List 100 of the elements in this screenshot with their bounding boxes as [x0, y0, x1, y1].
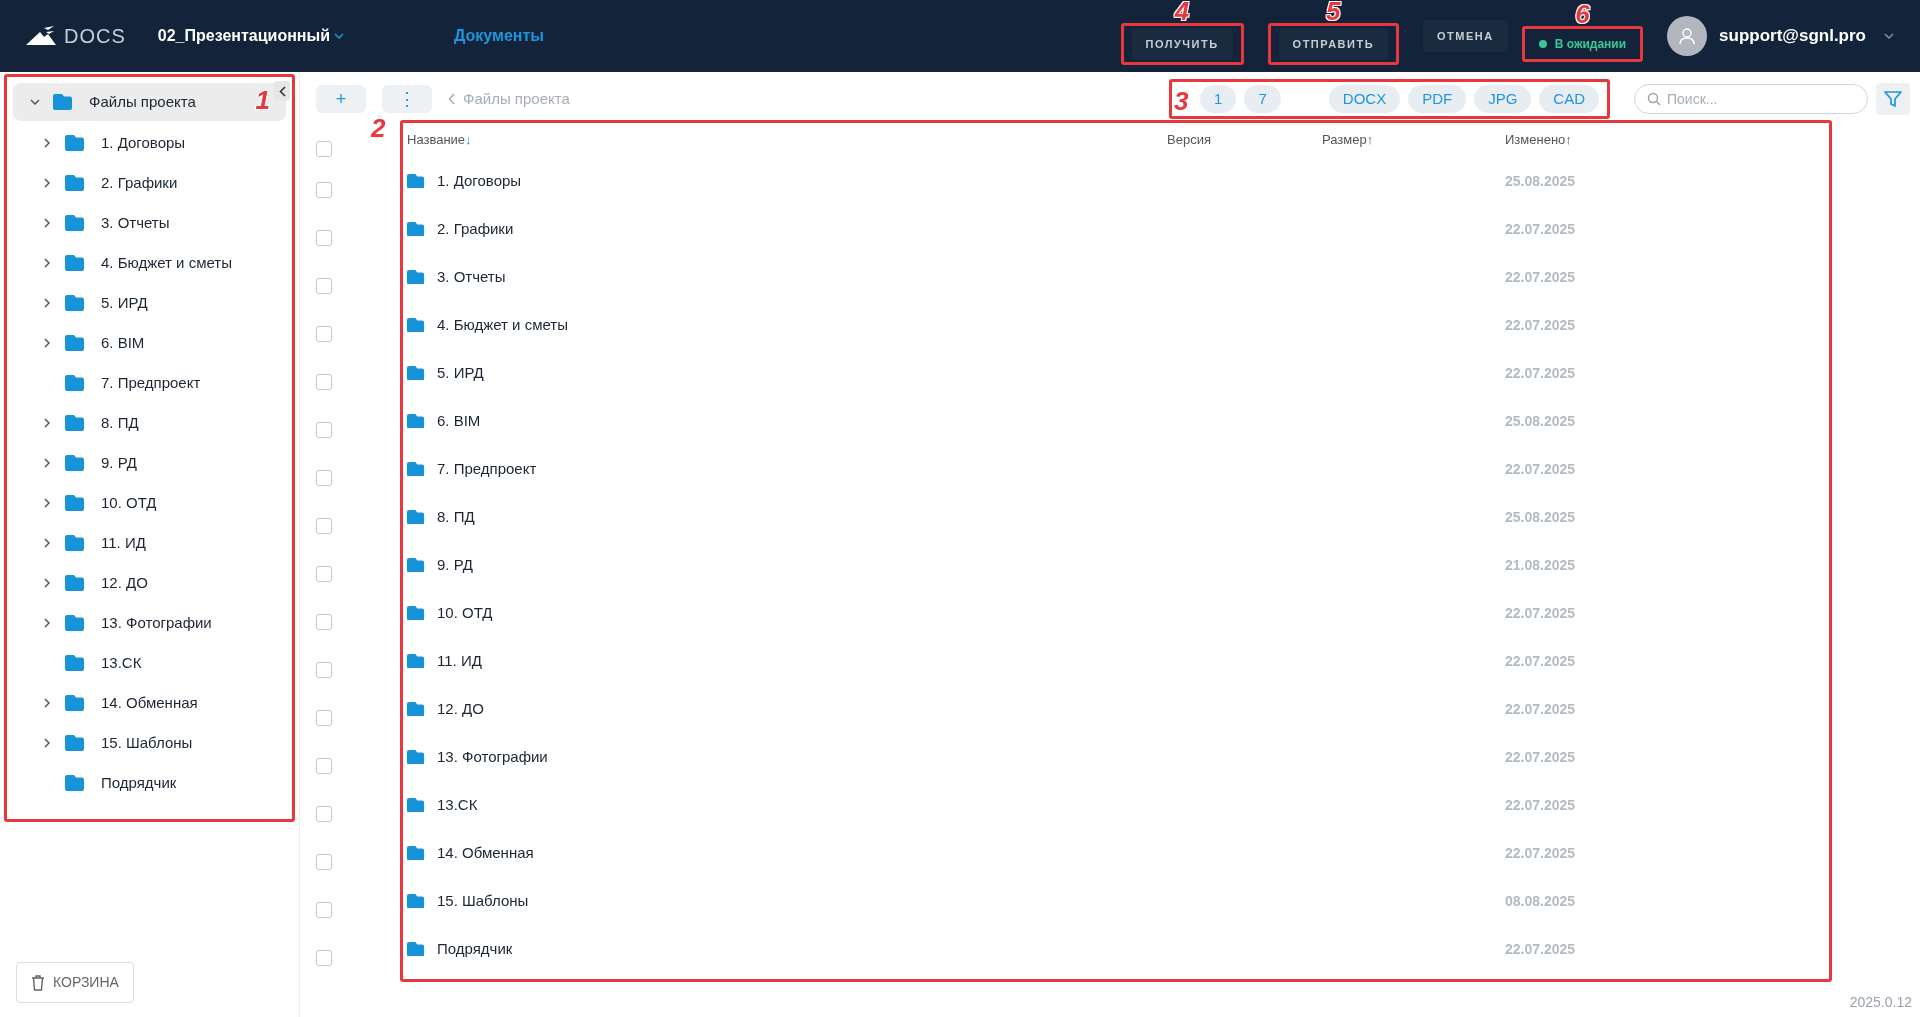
- column-header[interactable]: Размер↑: [1322, 130, 1374, 150]
- folder-icon: [407, 606, 425, 620]
- tree-item[interactable]: 14. Обменная: [7, 683, 292, 723]
- folder-icon: [65, 655, 85, 671]
- file-name[interactable]: 12. ДО: [437, 697, 484, 721]
- checkbox[interactable]: [316, 950, 332, 966]
- folder-icon: [407, 750, 425, 764]
- file-name[interactable]: 2. Графики: [437, 217, 514, 241]
- file-name[interactable]: 11. ИД: [437, 649, 482, 673]
- folder-icon: [65, 215, 85, 231]
- checkbox[interactable]: [316, 518, 332, 534]
- file-name[interactable]: 9. РД: [437, 553, 473, 577]
- file-name[interactable]: 3. Отчеты: [437, 265, 506, 289]
- user-menu[interactable]: support@sgnl.pro: [1667, 16, 1894, 56]
- chevron-right-icon: [44, 298, 50, 308]
- chevron-right-icon: [44, 458, 50, 468]
- chevron-left-icon: [448, 93, 455, 105]
- folder-icon: [65, 255, 85, 271]
- project-dropdown[interactable]: 02_Презентационный: [157, 24, 344, 48]
- tree-item[interactable]: 4. Бюджет и сметы: [7, 243, 292, 283]
- tree-item[interactable]: 2. Графики: [7, 163, 292, 203]
- file-name[interactable]: 10. ОТД: [437, 601, 493, 625]
- checkbox[interactable]: [316, 470, 332, 486]
- checkbox[interactable]: [316, 278, 332, 294]
- action-button[interactable]: ОТМЕНА: [1423, 19, 1508, 53]
- checkbox[interactable]: [316, 326, 332, 342]
- tree-item[interactable]: 12. ДО: [7, 563, 292, 603]
- action-button[interactable]: ПОЛУЧИТЬ: [1131, 27, 1233, 61]
- checkbox[interactable]: [316, 230, 332, 246]
- tree-item[interactable]: 15. Шаблоны: [7, 723, 292, 763]
- checkbox[interactable]: [316, 854, 332, 870]
- date-cell: 08.08.2025: [1505, 892, 1576, 909]
- tree-item[interactable]: Подрядчик: [7, 763, 292, 803]
- status-text: В ожидании: [1554, 36, 1627, 53]
- file-name[interactable]: 7. Предпроект: [437, 457, 537, 481]
- checkbox[interactable]: [316, 374, 332, 390]
- file-name[interactable]: 6. BIM: [437, 409, 481, 433]
- folder-icon: [65, 415, 85, 431]
- folder-icon: [407, 222, 425, 236]
- tree-item[interactable]: 11. ИД: [7, 523, 292, 563]
- checkbox[interactable]: [316, 141, 332, 157]
- date-cell: 22.07.2025: [1505, 748, 1576, 765]
- collapse-button[interactable]: [274, 81, 290, 101]
- checkbox[interactable]: [316, 662, 332, 678]
- folder-icon: [65, 295, 85, 311]
- search-field[interactable]: Поиск...: [1634, 84, 1868, 114]
- folder-icon: [65, 575, 85, 591]
- file-name[interactable]: Подрядчик: [437, 937, 513, 961]
- tree-item[interactable]: 3. Отчеты: [7, 203, 292, 243]
- file-name[interactable]: 8. ПД: [437, 505, 475, 529]
- checkbox[interactable]: [316, 758, 332, 774]
- folder-icon: [65, 775, 85, 791]
- chevron-right-icon: [44, 538, 50, 548]
- tree-item[interactable]: 5. ИРД: [7, 283, 292, 323]
- checkbox[interactable]: [316, 422, 332, 438]
- date-cell: 22.07.2025: [1505, 268, 1576, 285]
- folder-icon: [65, 695, 85, 711]
- chevron-right-icon: [44, 618, 50, 628]
- file-name[interactable]: 13. Фотографии: [437, 745, 548, 769]
- folder-icon: [65, 735, 85, 751]
- tree-item[interactable]: 8. ПД: [7, 403, 292, 443]
- tree-item[interactable]: 10. ОТД: [7, 483, 292, 523]
- nav-link[interactable]: Документы: [454, 24, 544, 48]
- annotation-number: 5: [1326, 0, 1341, 24]
- chevron-right-icon: [44, 578, 50, 588]
- column-header[interactable]: Название↓: [407, 130, 472, 150]
- checkbox[interactable]: [316, 710, 332, 726]
- tree-item[interactable]: 6. BIM: [7, 323, 292, 363]
- folder-icon: [65, 455, 85, 471]
- annotation-number: 1: [255, 87, 270, 113]
- checkbox[interactable]: [316, 566, 332, 582]
- checkbox[interactable]: [316, 902, 332, 918]
- folder-icon: [65, 495, 85, 511]
- file-name[interactable]: 14. Обменная: [437, 841, 534, 865]
- tree-item[interactable]: 1. Договоры: [7, 123, 292, 163]
- checkbox[interactable]: [316, 182, 332, 198]
- chevron-right-icon: [44, 138, 50, 148]
- folder-icon: [407, 174, 425, 188]
- file-name[interactable]: 13.СК: [437, 793, 478, 817]
- file-name[interactable]: 1. Договоры: [437, 169, 522, 193]
- tree-item[interactable]: 13. Фотографии: [7, 603, 292, 643]
- chevron-right-icon: [44, 698, 50, 708]
- action-button[interactable]: ОТПРАВИТЬ: [1278, 27, 1389, 61]
- tree-item[interactable]: 13.СК: [7, 643, 292, 683]
- date-cell: 22.07.2025: [1505, 844, 1576, 861]
- column-header[interactable]: Версия: [1167, 130, 1211, 150]
- trash-button[interactable]: КОРЗИНА: [16, 962, 134, 1003]
- checkbox[interactable]: [316, 614, 332, 630]
- avatar: [1667, 16, 1708, 56]
- date-cell: 21.08.2025: [1505, 556, 1576, 573]
- file-name[interactable]: 4. Бюджет и сметы: [437, 313, 568, 337]
- tree-item[interactable]: 9. РД: [7, 443, 292, 483]
- checkbox[interactable]: [316, 806, 332, 822]
- filter-button[interactable]: [1876, 83, 1910, 115]
- chevron-right-icon: [44, 498, 50, 508]
- file-name[interactable]: 15. Шаблоны: [437, 889, 529, 913]
- column-header[interactable]: Изменено↑: [1505, 130, 1572, 150]
- chevron-right-icon: [44, 338, 50, 348]
- file-name[interactable]: 5. ИРД: [437, 361, 484, 385]
- tree-item[interactable]: 7. Предпроект: [7, 363, 292, 403]
